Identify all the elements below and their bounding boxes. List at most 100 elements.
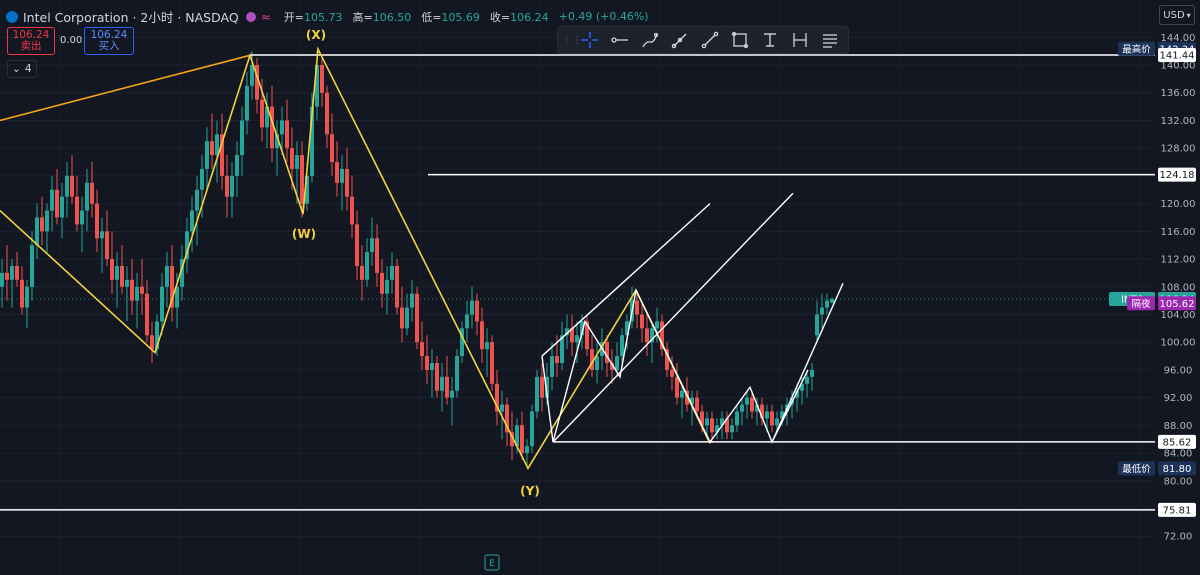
rectangle-tool-icon[interactable] xyxy=(726,28,754,52)
candle-body xyxy=(160,286,164,322)
price-chart[interactable]: (X)(W)(Y) 144.00140.00136.00132.00128.00… xyxy=(0,0,1200,575)
candle-body xyxy=(830,298,834,303)
candle-body xyxy=(105,231,109,260)
price-tag-value: 75.81 xyxy=(1163,505,1192,516)
currency-selector[interactable]: USD ▾ xyxy=(1159,5,1195,25)
trend-angle-tool-icon[interactable] xyxy=(666,28,694,52)
candle-body xyxy=(145,293,149,336)
price-tag-value: 124.18 xyxy=(1160,170,1195,181)
candle-body xyxy=(250,65,254,86)
trend-line-tool-icon[interactable] xyxy=(696,28,724,52)
more-tools-icon[interactable] xyxy=(816,28,844,52)
earnings-marker[interactable]: E xyxy=(484,554,500,571)
candle-body xyxy=(740,404,744,412)
buy-button[interactable]: 106.24 买入 xyxy=(84,27,134,55)
candle-body xyxy=(55,189,59,218)
candle-body xyxy=(300,155,304,204)
brush-tool-icon[interactable] xyxy=(636,28,664,52)
price-axis-tick: 116.00 xyxy=(1161,227,1196,238)
text-tool-icon[interactable] xyxy=(756,28,784,52)
candle-body xyxy=(165,265,169,287)
symbol-title[interactable]: Intel Corporation · 2小时 · NASDAQ xyxy=(23,7,239,26)
candle-body xyxy=(435,362,439,391)
candle-body xyxy=(810,369,814,377)
candle-body xyxy=(645,328,649,343)
candle-body xyxy=(815,314,819,336)
candle-body xyxy=(635,300,639,315)
price-axis-tick: 108.00 xyxy=(1161,282,1196,293)
candle-body xyxy=(355,224,359,266)
indicators-toggle[interactable]: ⌄ 4 xyxy=(7,60,37,78)
horizontal-ray-tool-icon[interactable] xyxy=(606,28,634,52)
sell-button[interactable]: 106.24 卖出 xyxy=(7,27,55,55)
candle-body xyxy=(190,210,194,232)
candle-body xyxy=(380,272,384,294)
price-axis-tick: 88.00 xyxy=(1164,421,1193,432)
candle-body xyxy=(805,376,809,384)
candle-body xyxy=(655,321,659,329)
candle-body xyxy=(290,148,294,169)
candle-body xyxy=(245,85,249,121)
candle-body xyxy=(120,265,124,287)
price-axis-tick: 140.00 xyxy=(1161,61,1196,72)
candle-body xyxy=(90,182,94,204)
candle-body xyxy=(675,376,679,398)
data-delay-icon[interactable]: ≈ xyxy=(261,10,271,24)
candle-body xyxy=(240,120,244,156)
candle-body xyxy=(125,279,129,287)
currency-label: USD xyxy=(1163,9,1185,21)
wave-label: (X) xyxy=(306,28,326,42)
candle-body xyxy=(235,155,239,176)
low-value: 低=105.69 xyxy=(421,10,480,24)
spread-value: 0.00 xyxy=(60,35,83,46)
candle-body xyxy=(540,376,544,398)
price-tag-label: 最高价 xyxy=(1122,43,1151,55)
candle-body xyxy=(670,369,674,377)
candle-body xyxy=(820,307,824,315)
candle-body xyxy=(410,293,414,308)
measure-tool-icon[interactable] xyxy=(786,28,814,52)
candle-body xyxy=(680,390,684,398)
close-value: 收=106.24 xyxy=(489,10,549,24)
candle-body xyxy=(530,411,534,447)
price-tag: 105.62 隔夜 xyxy=(1127,296,1196,311)
candle-body xyxy=(30,245,34,287)
candle-body xyxy=(360,265,364,280)
candle-body xyxy=(140,286,144,294)
candle-body xyxy=(205,141,209,169)
crosshair-tool-icon[interactable] xyxy=(576,28,604,52)
candle-body xyxy=(85,182,89,211)
market-status-icon[interactable] xyxy=(245,11,256,22)
price-tag: 85.62 xyxy=(1158,434,1196,449)
candle-body xyxy=(445,376,449,398)
price-tag-label: 隔夜 xyxy=(1131,298,1151,310)
drag-handle-icon[interactable]: ⋮⋮ xyxy=(562,35,582,46)
candle-body xyxy=(745,397,749,405)
earnings-marker-label: E xyxy=(489,559,495,569)
price-axis-tick: 72.00 xyxy=(1164,532,1193,543)
price-tag-value: 105.62 xyxy=(1160,299,1195,310)
price-tag-value: 81.80 xyxy=(1163,464,1192,475)
candle-body xyxy=(80,210,84,225)
high-value: 高=106.50 xyxy=(352,10,412,24)
candle-body xyxy=(285,120,289,149)
price-axis-tick: 80.00 xyxy=(1164,476,1193,487)
chevron-down-icon: ▾ xyxy=(1186,10,1191,20)
price-axis-tick: 136.00 xyxy=(1161,88,1196,99)
candle-body xyxy=(730,425,734,433)
wave-label: (W) xyxy=(292,227,316,241)
candle-body xyxy=(640,314,644,329)
candle-body xyxy=(425,356,429,370)
chevron-down-icon: ⌄ xyxy=(12,63,21,75)
candle-body xyxy=(335,162,339,183)
candle-body xyxy=(350,196,354,225)
candle-body xyxy=(455,356,459,391)
candle-body xyxy=(695,397,699,412)
candle-body xyxy=(395,265,399,308)
price-axis-tick: 84.00 xyxy=(1164,449,1193,460)
open-value: 开=105.73 xyxy=(283,10,343,24)
candle-body xyxy=(150,335,154,350)
candle-body xyxy=(390,265,394,280)
price-tag: 75.81 xyxy=(1158,502,1196,517)
candle-body xyxy=(470,300,474,315)
